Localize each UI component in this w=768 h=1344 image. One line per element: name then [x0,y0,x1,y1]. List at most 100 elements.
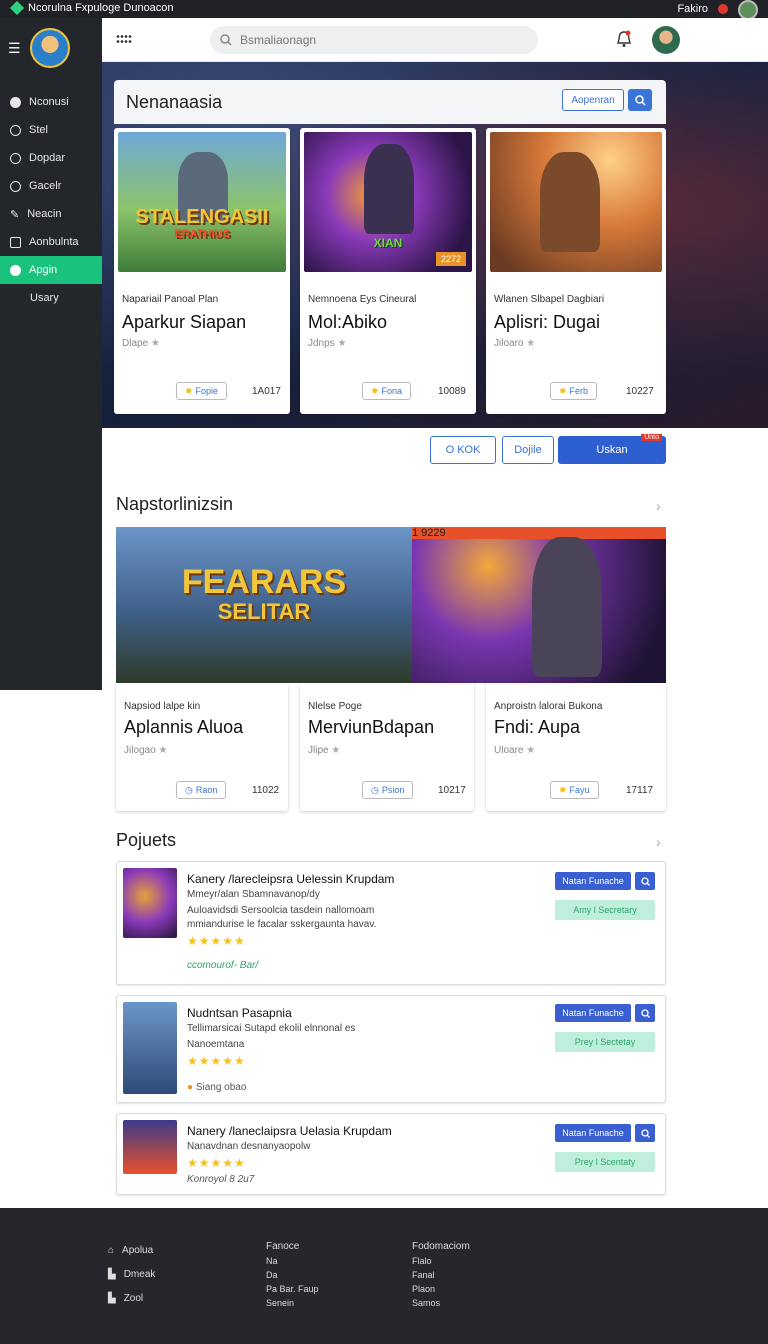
search-icon [220,34,232,46]
card-meta: Jdnps ★ [308,338,347,349]
list-search-button[interactable] [635,1004,655,1022]
list-secondary-button[interactable]: Amy l Secretary [555,900,655,920]
card-title: Mol:Abiko [308,312,388,332]
hero-figure-image [364,144,414,234]
sidebar-item-3[interactable]: Gacelr [0,172,102,200]
chevron-right-icon[interactable]: › [656,498,661,514]
list-item-2[interactable]: Nudntsan Pasapnia Tellimarsicai Sutapd e… [116,995,666,1103]
card-title: MerviunBdapan [308,717,435,737]
topbar-avatar[interactable] [738,0,758,20]
card-art: STALENGASII ERATHIUS [118,132,286,272]
footer-link[interactable]: Senein [266,1296,319,1310]
store-icon: ▙ [108,1268,116,1280]
sidebar-item-1[interactable]: Stel [0,116,102,144]
list-secondary-button[interactable]: Prey l Sectetay [555,1032,655,1052]
target-icon [10,180,21,192]
sidebar-item-0[interactable]: Nconusi [0,88,102,116]
sidebar-item-5[interactable]: Aonbulnta [0,228,102,256]
footer-link[interactable]: Fanal [412,1268,470,1282]
list-footer: ccomourof- Bar/ [187,960,259,971]
promo-banner[interactable]: FEARARS SELITAR 1 9229 [116,527,666,683]
list-search-button[interactable] [635,872,655,890]
primary-button[interactable]: Uskan Unto [558,434,666,464]
clock-icon: ◷ [371,784,379,795]
sidebar-item-4[interactable]: ✎ Neacin [0,200,102,228]
card-count: 1A017 [252,386,281,397]
footer-link[interactable]: Pa Bar. Faup [266,1282,319,1296]
list-secondary-button[interactable]: Prey l Scentaty [555,1152,655,1172]
secondary-button[interactable]: Dojile [502,436,554,464]
box-icon: ▙ [108,1292,116,1304]
featured-card-1[interactable]: STALENGASII ERATHIUS Napariail Panoal Pl… [114,128,290,414]
card-title: Aplisri: Dugai [494,312,601,332]
app-title: Ncorulna Fxpuloge Dunoacon [28,2,174,14]
search-input[interactable] [240,33,520,47]
card-meta: Jlipe ★ [308,745,341,756]
list-footer: ● Siang obao [187,1082,247,1093]
list-thumb-image [123,1002,177,1094]
footer-link[interactable]: Samos [412,1296,470,1310]
featured-card-2[interactable]: XIAN 2272 Nemnoena Eys Cineural Mol:Abik… [300,128,476,414]
card-subtitle: Napariail Panoal Plan [122,294,219,305]
list-item-1[interactable]: Kanery /larecleipsra Uelessin Krupdam Mm… [116,861,666,985]
search-bar[interactable] [210,26,538,54]
footer-link[interactable]: Flalo [412,1254,470,1268]
card-meta: Uloare ★ [494,745,536,756]
footer-link[interactable]: ▙ Zool [108,1286,155,1310]
sidebar-avatar[interactable] [30,28,70,68]
section-card-1[interactable]: Napsiod lalpe kin Aplannis Aluoa Jilogao… [116,683,288,811]
footer-link[interactable]: ▙ Dmeak [108,1262,155,1286]
ok-button[interactable]: O KOK [430,436,496,464]
card-action-button[interactable]: ◷ Raon [176,781,227,799]
art-subtitle: ERATHIUS [174,228,230,240]
user-avatar[interactable] [652,26,680,54]
sidebar: ☰ Nconusi Stel Dopdar Gacelr ✎ Neacin Aon… [0,18,102,690]
panel-open-button[interactable]: Aopenran [562,89,624,111]
notification-dot-icon[interactable] [718,4,728,14]
sidebar-item-6[interactable]: Apgin [0,256,102,284]
bell-icon[interactable] [616,30,632,48]
star-icon: ★ [158,745,168,756]
star-icon: ★ [526,338,536,349]
footer-link[interactable]: Da [266,1268,319,1282]
coin-icon: ✹ [185,385,193,396]
sidebar-item-7[interactable]: Usary [0,284,102,312]
chevron-right-icon[interactable]: › [656,834,661,850]
section-card-3[interactable]: Anproistn lalorai Bukona Fndi: Aupa Uloa… [486,683,666,811]
section-card-2[interactable]: Nlelse Poge MerviunBdapan Jlipe ★ ◷ Psion… [300,683,474,811]
list-primary-button[interactable]: Natan Funache [555,872,631,890]
card-art [490,132,662,272]
list-title: Nudntsan Pasapnia [187,1006,292,1020]
star-icon: ★ [150,338,160,349]
card-action-button[interactable]: ✹ Fayu [550,781,599,799]
list-item-3[interactable]: Nanery /laneclaipsra Uelasia Krupdam Nan… [116,1113,666,1195]
section-title-featured: Napstorlinizsin [116,494,234,514]
list-primary-button[interactable]: Natan Funache [555,1124,631,1142]
topbar-right-label[interactable]: Fakiro [677,3,708,15]
footer-link[interactable]: Na [266,1254,319,1268]
footer-link[interactable]: Plaon [412,1282,470,1296]
card-action-button[interactable]: ✹ Ferb [550,382,598,400]
card-action-button[interactable]: ✹ Fopie [176,382,228,400]
list-primary-button[interactable]: Natan Funache [555,1004,631,1022]
list-search-button[interactable] [635,1124,655,1142]
featured-card-3[interactable]: Wlanen Slbapel Dagbiari Aplisri: Dugai J… [486,128,666,414]
card-action-button[interactable]: ✹ Fona [362,382,412,400]
home-icon: ⌂ [108,1244,115,1256]
hamburger-menu-icon[interactable]: ☰ [8,40,21,57]
list-thumb-image [123,1120,177,1174]
rating-stars: ★★★★★ [187,1054,246,1068]
art-title: STALENGASII [135,206,269,228]
list-title: Nanery /laneclaipsra Uelasia Krupdam [187,1124,392,1138]
coin-icon: ✹ [371,385,379,396]
sidebar-item-2[interactable]: Dopdar [0,144,102,172]
refresh-icon [10,124,21,136]
card-action-button[interactable]: ◷ Psion [362,781,414,799]
search-icon [640,1008,650,1018]
system-top-bar: Ncorulna Fxpuloge Dunoacon Fakiro [0,0,768,20]
panel-search-button[interactable] [628,89,652,111]
footer-link[interactable]: ⌂ Apolua [108,1238,155,1262]
rating-stars: ★★★★★ [187,1156,246,1170]
apps-grid-icon[interactable] [116,34,132,44]
clock-icon: ◷ [185,784,193,795]
